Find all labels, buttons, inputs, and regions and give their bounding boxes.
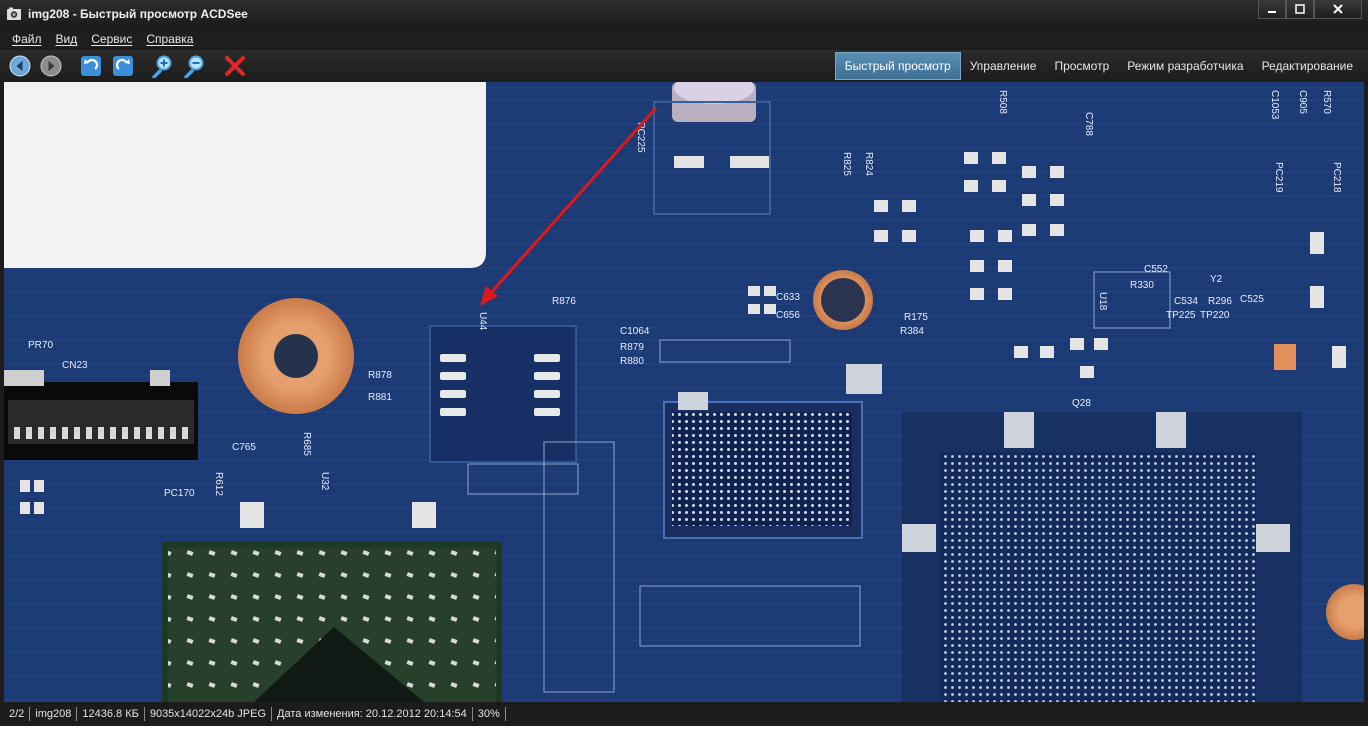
label-c788: C788 — [1083, 112, 1094, 136]
rotate-right-button[interactable] — [111, 54, 135, 78]
label-r330: R330 — [1130, 280, 1154, 291]
status-bar: 2/2 img208 12436.8 КБ 9035x14022x24b JPE… — [0, 702, 1368, 726]
label-r825: R825 — [841, 152, 852, 176]
maximize-button[interactable] — [1286, 0, 1314, 19]
label-r296: R296 — [1208, 296, 1232, 307]
close-icon — [1333, 4, 1343, 14]
delete-button[interactable] — [223, 54, 247, 78]
toolbar: Быстрый просмотр Управление Просмотр Реж… — [0, 50, 1368, 82]
status-modified: Дата изменения: 20.12.2012 20:14:54 — [272, 707, 473, 721]
close-button[interactable] — [1314, 0, 1362, 19]
acdsee-window: img208 - Быстрый просмотр ACDSee Файл Ви… — [0, 0, 1368, 729]
status-zoom[interactable]: 30% — [473, 707, 506, 721]
label-r878: R878 — [368, 370, 392, 381]
label-r175: R175 — [904, 312, 928, 323]
label-c765: C765 — [232, 442, 256, 453]
menu-help[interactable]: Справка — [146, 32, 193, 46]
pcb-photo: U44 R878 R881 C765 CN23 R876 C1064 R879 … — [4, 82, 1364, 702]
menu-tools[interactable]: Сервис — [91, 32, 132, 46]
rotate-right-icon — [113, 56, 133, 76]
label-c633: C633 — [776, 292, 800, 303]
tab-view[interactable]: Просмотр — [1045, 52, 1118, 80]
minimize-button[interactable] — [1258, 0, 1286, 19]
zoom-out-button[interactable] — [183, 54, 207, 78]
rotate-left-button[interactable] — [79, 54, 103, 78]
label-c525: C525 — [1240, 294, 1264, 305]
previous-icon — [9, 55, 31, 77]
status-filename: img208 — [30, 707, 78, 721]
label-r508: R508 — [997, 90, 1008, 114]
window-title: img208 - Быстрый просмотр ACDSee — [28, 7, 248, 21]
label-pr70: PR70 — [28, 340, 53, 351]
next-icon — [40, 55, 62, 77]
app-icon — [7, 7, 21, 20]
label-r685: R685 — [301, 432, 312, 456]
label-y2: Y2 — [1210, 274, 1223, 285]
label-u32: U32 — [319, 472, 330, 491]
zoom-in-icon — [152, 55, 172, 78]
label-c1053: C1053 — [1269, 90, 1280, 120]
label-r881: R881 — [368, 392, 392, 403]
label-c1064: C1064 — [620, 326, 650, 337]
maximize-icon — [1295, 4, 1305, 14]
status-dimensions: 9035x14022x24b JPEG — [145, 707, 273, 721]
previous-button[interactable] — [8, 54, 32, 78]
label-pc219: PC219 — [1273, 162, 1284, 193]
label-r876: R876 — [552, 296, 576, 307]
zoom-in-button[interactable] — [151, 54, 175, 78]
delete-icon — [225, 56, 245, 76]
label-u44: U44 — [477, 312, 488, 331]
title-bar: img208 - Быстрый просмотр ACDSee — [0, 0, 1368, 28]
label-r612: R612 — [213, 472, 224, 496]
next-button[interactable] — [39, 54, 63, 78]
label-c905: C905 — [1297, 90, 1308, 114]
label-u18: U18 — [1097, 292, 1108, 311]
label-c534: C534 — [1174, 296, 1198, 307]
status-filesize: 12436.8 КБ — [77, 707, 145, 721]
menu-view[interactable]: Вид — [56, 32, 78, 46]
menu-file[interactable]: Файл — [12, 32, 42, 46]
label-r570: R570 — [1321, 90, 1332, 114]
label-r880: R880 — [620, 356, 644, 367]
label-cn23: CN23 — [62, 360, 88, 371]
label-pc218: PC218 — [1331, 162, 1342, 193]
label-r824: R824 — [863, 152, 874, 176]
label-c552: C552 — [1144, 264, 1168, 275]
tab-developer[interactable]: Режим разработчика — [1118, 52, 1252, 80]
minimize-icon — [1268, 11, 1276, 13]
connector-cn23 — [4, 370, 198, 460]
label-tp220: TP220 — [1200, 310, 1230, 321]
label-c656: C656 — [776, 310, 800, 321]
mode-tabs: Быстрый просмотр Управление Просмотр Реж… — [834, 52, 1362, 80]
label-r384: R384 — [900, 326, 924, 337]
window-controls — [1258, 0, 1362, 20]
zoom-out-icon — [184, 55, 204, 78]
label-q28: Q28 — [1072, 398, 1091, 409]
status-index: 2/2 — [4, 707, 31, 721]
rotate-left-icon — [81, 56, 101, 76]
tab-manage[interactable]: Управление — [961, 52, 1046, 80]
tab-quick-view[interactable]: Быстрый просмотр — [834, 52, 961, 80]
image-viewport[interactable]: U44 R878 R881 C765 CN23 R876 C1064 R879 … — [4, 82, 1364, 702]
menu-bar: Файл Вид Сервис Справка — [0, 28, 1368, 50]
label-pc170: PC170 — [164, 488, 195, 499]
tab-edit[interactable]: Редактирование — [1253, 52, 1362, 80]
label-tp225: TP225 — [1166, 310, 1196, 321]
label-r879: R879 — [620, 342, 644, 353]
